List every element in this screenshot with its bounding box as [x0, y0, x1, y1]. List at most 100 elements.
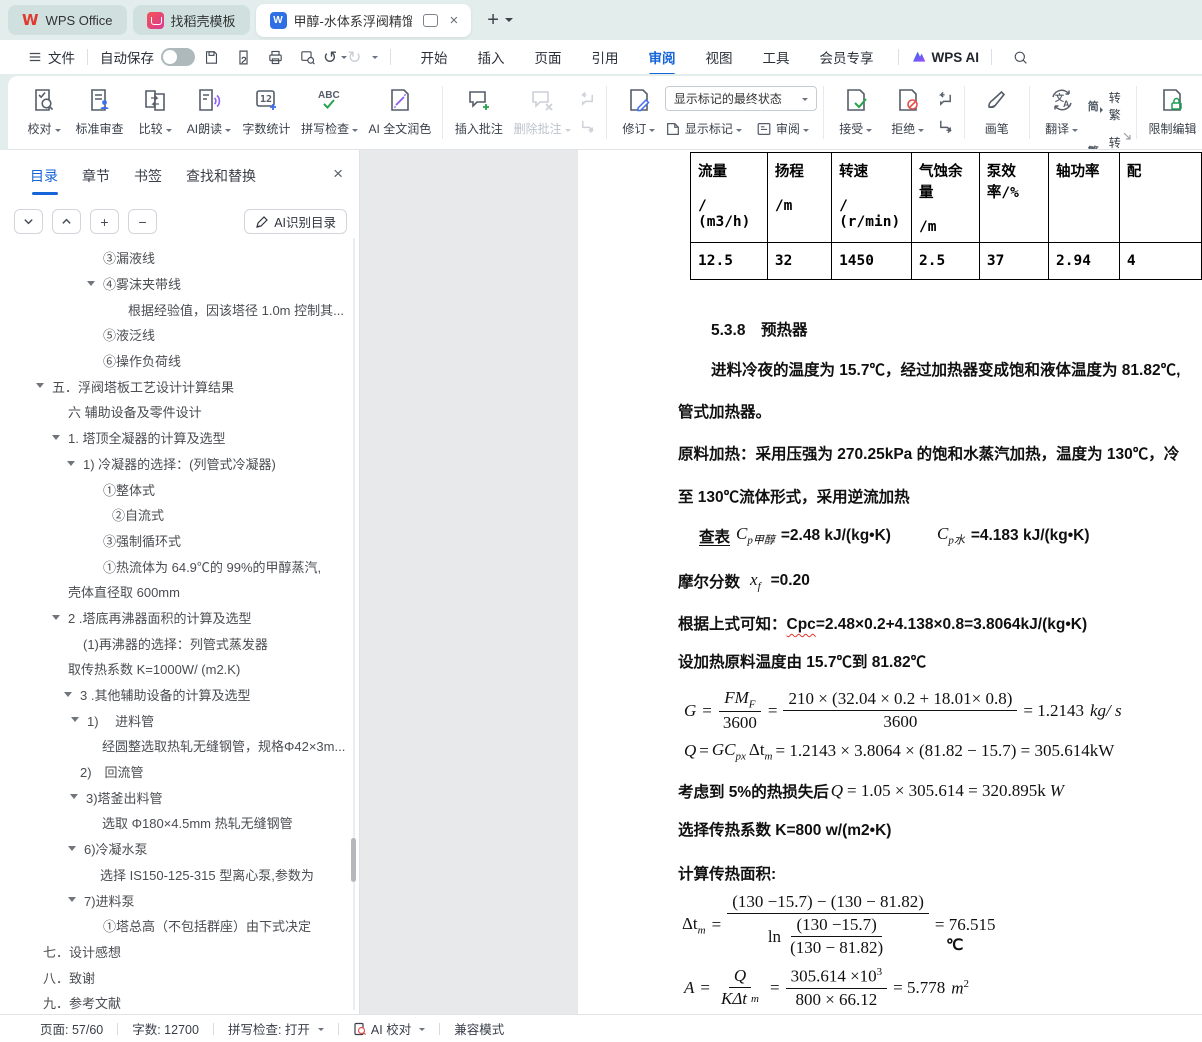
menu-item-会员专享[interactable]: 会员专享	[818, 45, 876, 69]
ai-proofread-status[interactable]: AI 校对	[353, 1019, 425, 1038]
toc-item[interactable]: 取传热系数 K=1000W/ (m2.K)	[0, 656, 359, 682]
zoom-in-toc-button[interactable]: +	[90, 209, 119, 234]
toc-item[interactable]: 3 .其他辅助设备的计算及选型	[0, 682, 359, 708]
toc-collapse-icon[interactable]	[68, 897, 76, 906]
sidebar-tab-查找和替换[interactable]: 查找和替换	[186, 166, 256, 195]
tab-list-chevron-icon[interactable]	[505, 18, 513, 26]
toc-item[interactable]: ②自流式	[0, 502, 359, 528]
word-count-indicator[interactable]: 字数: 12700	[132, 1019, 199, 1038]
toc-item[interactable]: 八．致谢	[0, 964, 359, 990]
zoom-out-toc-button[interactable]: −	[128, 209, 157, 234]
menu-item-引用[interactable]: 引用	[590, 45, 621, 69]
to-traditional-button[interactable]: 简 转繁	[1088, 89, 1130, 123]
restrict-edit-button[interactable]: 限制编辑	[1143, 76, 1202, 149]
sidebar-close-icon[interactable]: ×	[333, 164, 343, 184]
toc-item[interactable]: 2) 回流管	[0, 759, 359, 785]
toc-item[interactable]: ①热流体为 64.9℃的 99%的甲醇蒸汽,	[0, 553, 359, 579]
reject-button[interactable]: 拒绝	[882, 76, 934, 149]
autosave-toggle[interactable]	[161, 48, 195, 66]
print-preview-button[interactable]	[296, 46, 318, 68]
toc-collapse-icon[interactable]	[36, 383, 44, 392]
toc-item[interactable]: 选择 IS150-125-315 型离心泵,参数为	[0, 862, 359, 888]
toc-item[interactable]: ①整体式	[0, 476, 359, 502]
ai-polish-button[interactable]: AI 全文润色	[363, 76, 436, 149]
toc-item[interactable]: 九．参考文献	[0, 990, 359, 1016]
tab-close-icon[interactable]: ×	[445, 12, 464, 29]
previous-revision-button[interactable]	[936, 91, 956, 109]
search-button[interactable]	[1009, 46, 1031, 68]
review-pane-button[interactable]: 审阅	[756, 120, 809, 137]
toc-collapse-icon[interactable]	[68, 846, 76, 855]
tab-template-store[interactable]: 找稻壳模板	[133, 5, 250, 35]
toc-item[interactable]: 1. 塔顶全凝器的计算及选型	[0, 425, 359, 451]
toc-collapse-icon[interactable]	[87, 281, 95, 290]
toc-item[interactable]: 五．浮阀塔板工艺设计计算结果	[0, 373, 359, 399]
toc-collapse-icon[interactable]	[52, 435, 60, 444]
tab-document[interactable]: W 甲醇-水体系浮阀精馏塔的设计 ×	[256, 4, 472, 37]
toc-item[interactable]: 6)冷凝水泵	[0, 836, 359, 862]
markup-state-select[interactable]: 显示标记的最终状态	[665, 86, 817, 111]
menu-item-页面[interactable]: 页面	[533, 45, 564, 69]
standard-review-button[interactable]: 标准审查	[70, 76, 129, 149]
word-count-button[interactable]: 12 字数统计	[237, 76, 296, 149]
toc-collapse-icon[interactable]	[52, 615, 60, 624]
translate-button[interactable]: 文A 翻译	[1036, 76, 1088, 149]
print-button[interactable]	[264, 46, 286, 68]
previous-comment-button[interactable]	[578, 91, 598, 109]
insert-comment-button[interactable]: 插入批注	[449, 76, 508, 149]
menu-item-开始[interactable]: 开始	[419, 45, 450, 69]
toc-item[interactable]: ③强制循环式	[0, 528, 359, 554]
spellcheck-status[interactable]: 拼写检查: 打开	[228, 1019, 324, 1038]
toc-item[interactable]: 七．设计感想	[0, 939, 359, 965]
toc-collapse-icon[interactable]	[64, 692, 72, 701]
document-page[interactable]: 流量/ (m3/h)扬程/m转速/ (r/min)气蚀余量/m泵效率/%轴功率配…	[578, 150, 1202, 1014]
spell-check-button[interactable]: ABC 拼写检查	[296, 76, 364, 149]
file-menu[interactable]: 文件	[28, 47, 75, 67]
tab-mode-icon[interactable]	[423, 14, 438, 27]
toc-item[interactable]: ⑥操作负荷线	[0, 348, 359, 374]
toc-item[interactable]: 2 .塔底再沸器面积的计算及选型	[0, 605, 359, 631]
toc-item[interactable]: 1) 进料管	[0, 707, 359, 733]
tab-wps-office[interactable]: W WPS Office	[8, 5, 127, 35]
toc-collapse-icon[interactable]	[67, 461, 75, 470]
menu-item-视图[interactable]: 视图	[704, 45, 735, 69]
compat-mode-indicator[interactable]: 兼容模式	[454, 1019, 504, 1038]
toc-item[interactable]: 3)塔釜出料管	[0, 784, 359, 810]
next-comment-button[interactable]	[578, 117, 598, 135]
menu-item-插入[interactable]: 插入	[476, 45, 507, 69]
next-revision-button[interactable]	[936, 117, 956, 135]
toc-item[interactable]: 经圆整选取热轧无缝钢管，规格Φ42×3m...	[0, 733, 359, 759]
new-tab-button[interactable]: +	[487, 10, 499, 30]
toc-item[interactable]: ④雾沫夹带线	[0, 271, 359, 297]
quick-access-chevron-icon[interactable]	[372, 56, 378, 62]
wps-ai-button[interactable]: WPS AI	[911, 49, 980, 65]
expand-all-button[interactable]	[52, 209, 81, 234]
toc-collapse-icon[interactable]	[71, 717, 79, 726]
menu-item-工具[interactable]: 工具	[761, 45, 792, 69]
sidebar-scrollbar-track[interactable]	[353, 238, 355, 1010]
save-button[interactable]	[200, 46, 222, 68]
sidebar-tab-目录[interactable]: 目录	[30, 166, 58, 195]
sidebar-tab-书签[interactable]: 书签	[134, 166, 162, 195]
delete-comment-button[interactable]: 删除批注	[508, 76, 576, 149]
toc-item[interactable]: 根据经验值，因该塔径 1.0m 控制其...	[0, 296, 359, 322]
ai-recognize-toc-button[interactable]: AI识别目录	[244, 209, 347, 234]
toc-item[interactable]: ①塔总高（不包括群座）由下式决定	[0, 913, 359, 939]
sidebar-scrollbar-thumb[interactable]	[351, 838, 356, 882]
sidebar-tab-章节[interactable]: 章节	[82, 166, 110, 195]
page-indicator[interactable]: 页面: 57/60	[40, 1019, 103, 1038]
toc-item[interactable]: (1)再沸器的选择：列管式蒸发器	[0, 630, 359, 656]
menu-item-审阅[interactable]: 审阅	[647, 45, 678, 69]
show-markup-button[interactable]: 显示标记	[665, 120, 742, 137]
accept-button[interactable]: 接受	[830, 76, 882, 149]
toc-item[interactable]: ⑤液泛线	[0, 322, 359, 348]
proofread-button[interactable]: 校对	[18, 76, 70, 149]
track-changes-button[interactable]: 修订	[613, 76, 665, 149]
export-pdf-button[interactable]	[232, 46, 254, 68]
toc-item[interactable]: 7)进料泵	[0, 887, 359, 913]
expand-group-icon[interactable]	[1123, 132, 1132, 141]
toc-item[interactable]: 选取 Φ180×4.5mm 热轧无缝钢管	[0, 810, 359, 836]
toc-item[interactable]: 六 辅助设备及零件设计	[0, 399, 359, 425]
undo-dropdown-icon[interactable]	[341, 56, 347, 62]
toc-item[interactable]: 1) 冷凝器的选择：(列管式冷凝器)	[0, 451, 359, 477]
